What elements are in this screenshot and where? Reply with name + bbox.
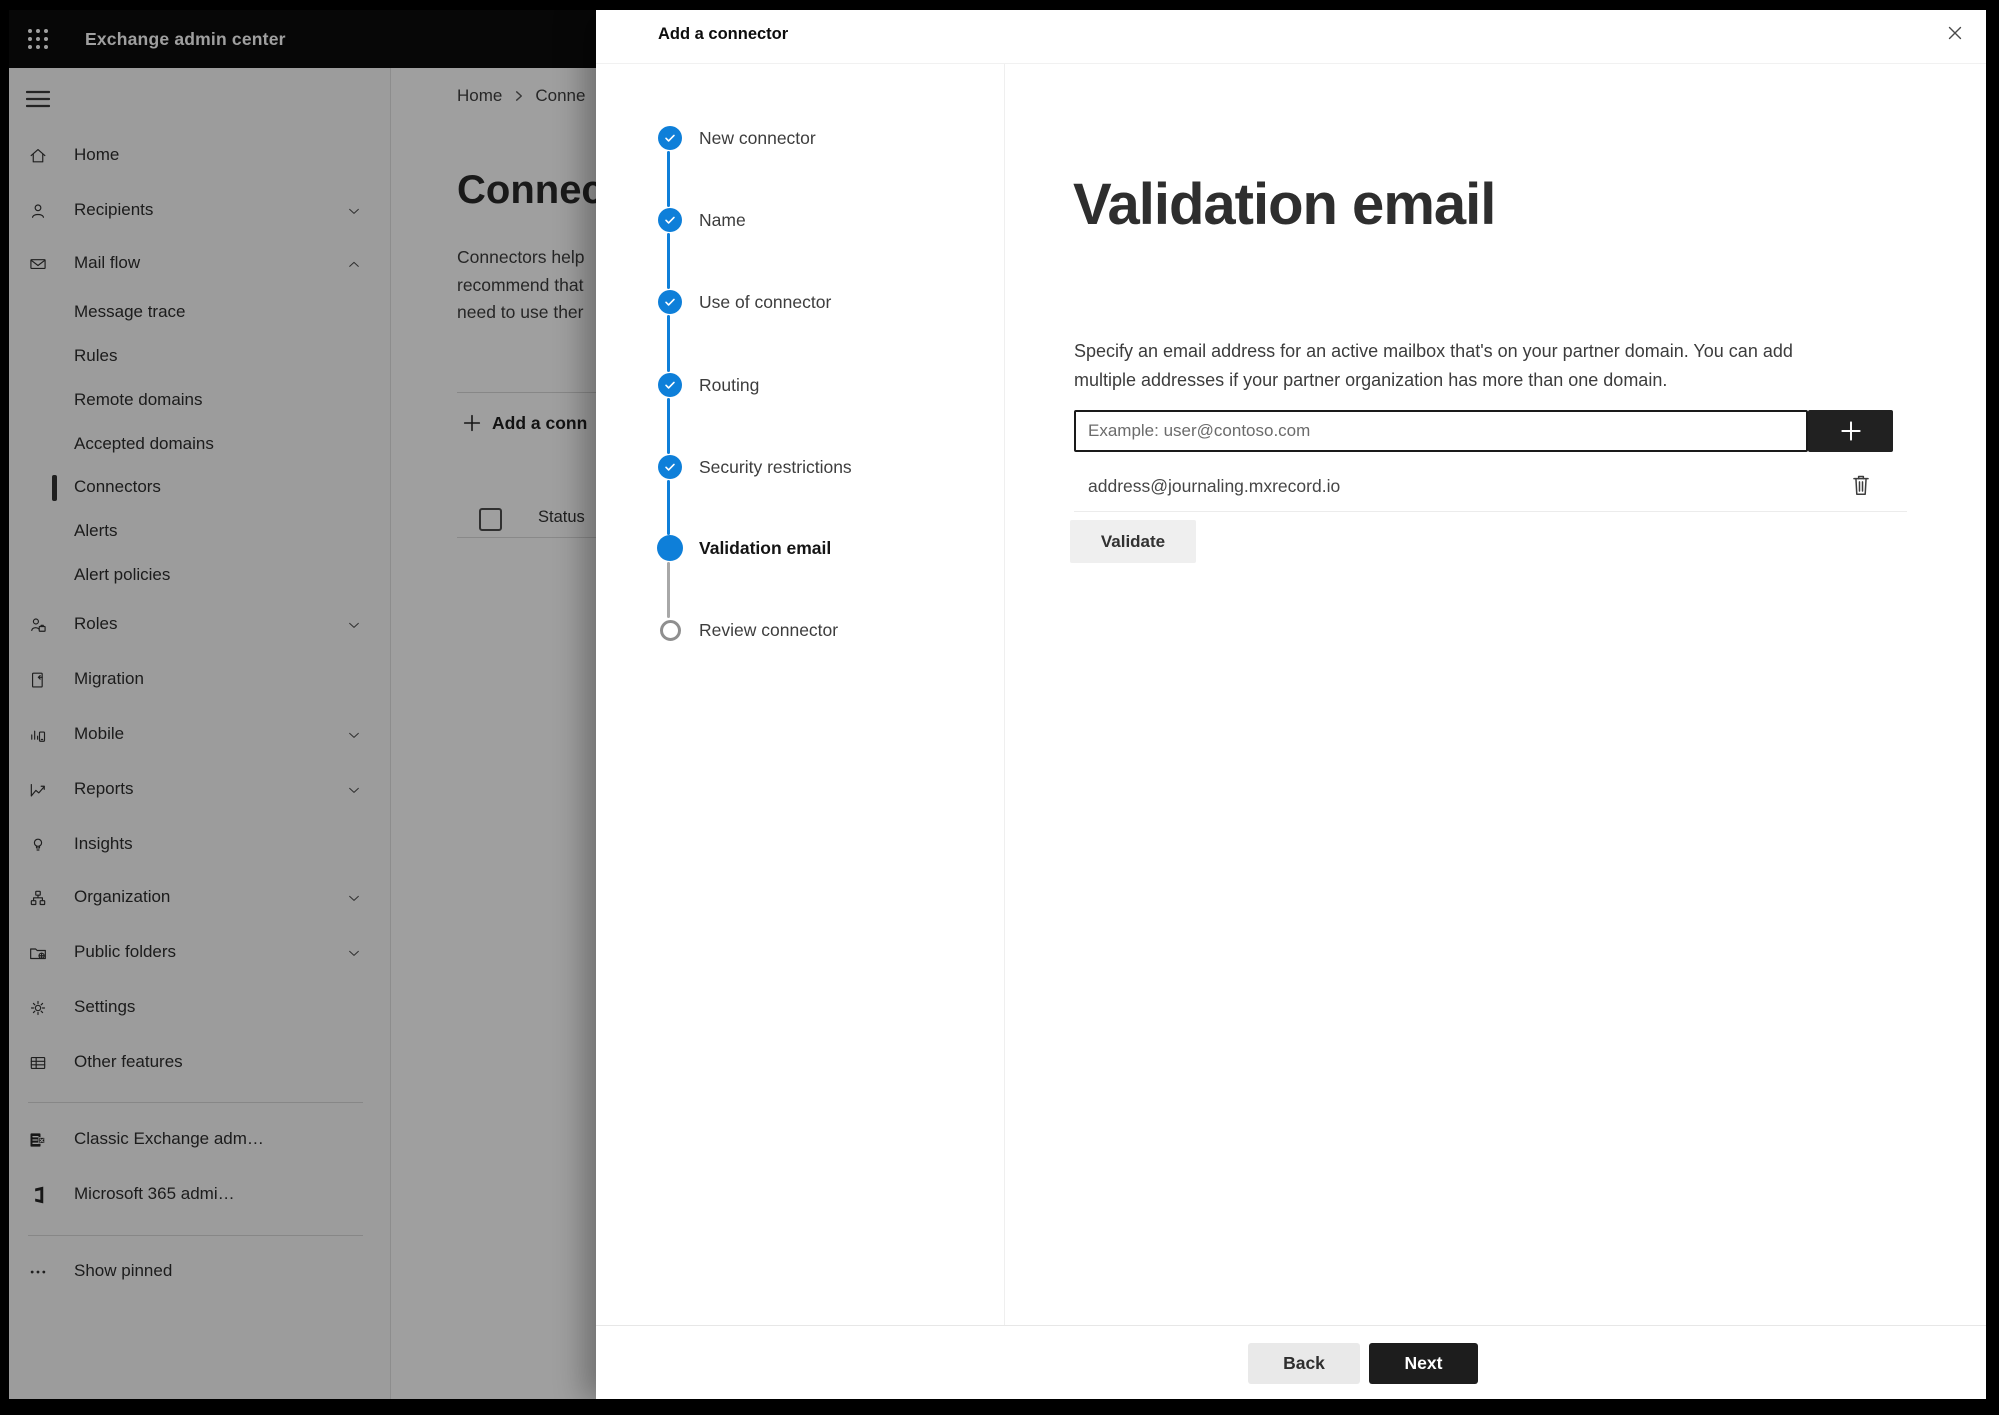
step-use-of-connector[interactable]: Use of connector	[657, 289, 831, 315]
step-connector-line	[667, 233, 670, 289]
step-check-icon	[658, 455, 682, 479]
step-connector-line	[667, 480, 670, 535]
step-current-dot	[657, 535, 683, 561]
step-check-icon	[658, 208, 682, 232]
step-connector-line	[667, 315, 670, 372]
plus-icon	[1838, 418, 1864, 444]
add-connector-panel: Add a connector New connector Name Use o…	[596, 10, 1986, 1399]
step-review-connector: Review connector	[657, 617, 838, 643]
panel-title: Add a connector	[658, 25, 789, 43]
step-routing[interactable]: Routing	[657, 372, 759, 398]
screenshot-frame: Exchange admin center Home Recipients Ma…	[0, 0, 1999, 1415]
next-button[interactable]: Next	[1369, 1343, 1478, 1384]
step-connector-line-upcoming	[667, 562, 670, 618]
step-check-icon	[658, 126, 682, 150]
added-email-address: address@journaling.mxrecord.io	[1088, 476, 1341, 496]
stepper-column-divider	[1004, 64, 1005, 1325]
email-address-input[interactable]	[1074, 410, 1808, 452]
step-validation-email-current[interactable]: Validation email	[657, 535, 831, 561]
app-window: Exchange admin center Home Recipients Ma…	[9, 10, 1986, 1399]
step-upcoming-ring	[659, 619, 681, 641]
panel-step-heading: Validation email	[1073, 172, 1496, 237]
step-name[interactable]: Name	[657, 207, 746, 233]
trash-icon	[1846, 470, 1876, 498]
step-new-connector[interactable]: New connector	[657, 125, 816, 151]
step-security-restrictions[interactable]: Security restrictions	[657, 454, 852, 480]
delete-address-button[interactable]	[1846, 468, 1876, 500]
step-connector-line	[667, 398, 670, 454]
back-button[interactable]: Back	[1248, 1343, 1360, 1384]
validate-button[interactable]: Validate	[1070, 520, 1196, 563]
step-check-icon	[658, 290, 682, 314]
panel-footer-divider	[596, 1325, 1986, 1326]
step-check-icon	[658, 373, 682, 397]
panel-step-description: Specify an email address for an active m…	[1074, 341, 1793, 390]
add-email-button[interactable]	[1808, 410, 1893, 452]
panel-header-divider	[596, 63, 1986, 64]
address-list-divider	[1074, 511, 1907, 512]
step-connector-line	[667, 151, 670, 207]
close-button[interactable]	[1942, 19, 1970, 47]
close-icon	[1944, 22, 1968, 44]
